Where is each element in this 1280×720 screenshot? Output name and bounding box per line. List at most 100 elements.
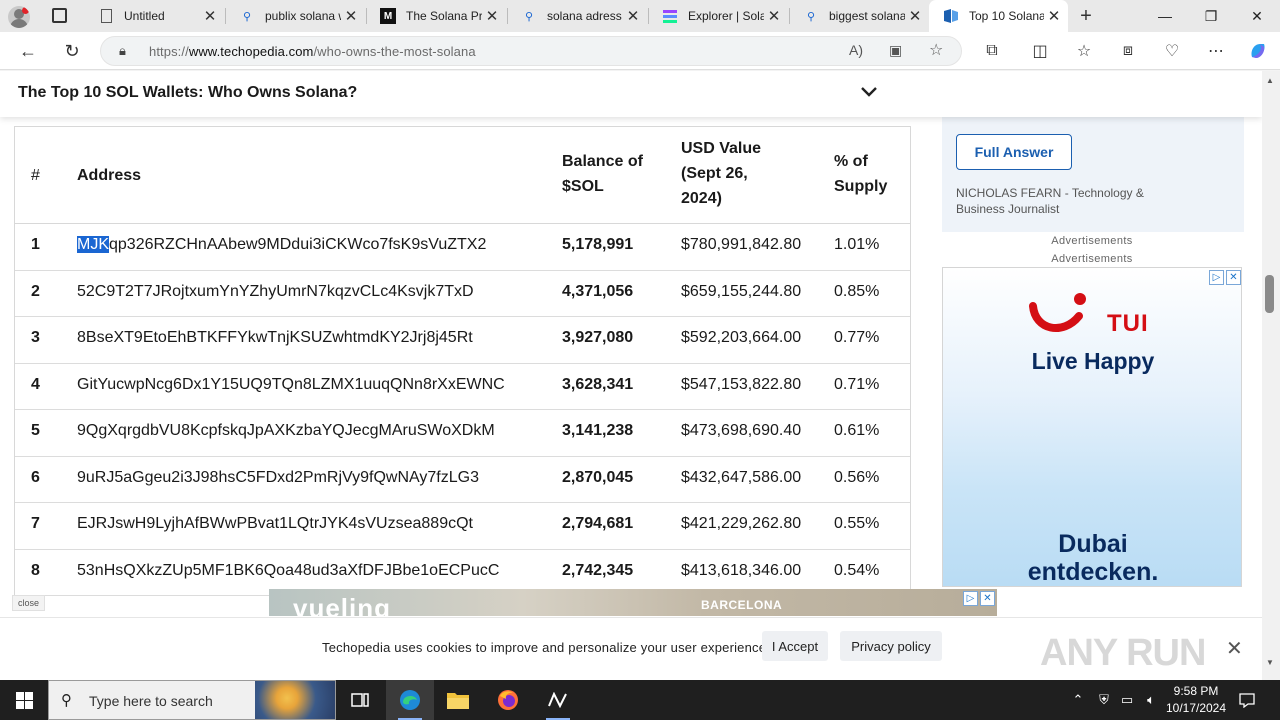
author-byline: NICHOLAS FEARN - Technology & Business J… <box>956 185 1186 217</box>
scroll-down-icon[interactable]: ▼ <box>1266 658 1274 667</box>
table-header: # Address Balance of $SOL USD Value (Sep… <box>15 127 910 224</box>
vueling-banner-ad[interactable]: vueling BARCELONA ▷ ✕ <box>269 589 997 616</box>
notifications-icon[interactable] <box>1236 680 1258 720</box>
volume-icon[interactable]: 🔈︎ <box>1140 680 1162 720</box>
table-row: 4 GitYucwpNcg6Dx1Y15UQ9TQn8LZMX1uuqQNn8r… <box>15 364 910 410</box>
scrollbar-thumb[interactable] <box>1265 275 1274 313</box>
search-icon: ⚲ <box>61 692 72 709</box>
header-supply: % of Supply <box>834 153 888 195</box>
wallet-address[interactable]: GitYucwpNcg6Dx1Y15UQ9TQn8LZMX1uuqQNn8rXx… <box>77 376 505 394</box>
tab-solana-protocol[interactable]: M The Solana Pro ✕ <box>366 0 506 32</box>
profile-avatar[interactable] <box>8 6 30 28</box>
close-ad-button[interactable]: close <box>12 595 46 611</box>
new-tab-icon[interactable]: + <box>1074 4 1098 28</box>
privacy-policy-button[interactable]: Privacy policy <box>840 631 942 661</box>
show-hidden-icons-icon[interactable]: ⌃ <box>1068 680 1088 720</box>
selected-text: MJK <box>77 236 109 253</box>
refresh-icon[interactable]: ↻ <box>58 38 86 64</box>
cookie-consent-bar: Techopedia uses cookies to improve and p… <box>0 617 1262 680</box>
accept-cookies-button[interactable]: I Accept <box>762 631 828 661</box>
tab-solana-explorer[interactable]: Explorer | Sola ✕ <box>648 0 788 32</box>
page-viewport: The Top 10 SOL Wallets: Who Owns Solana?… <box>0 71 1262 680</box>
wallet-address[interactable]: MJKqp326RZCHnAAbew9MDdui3iCKWco7fsK9sVuZ… <box>77 236 486 254</box>
split-screen-icon[interactable]: ◫ <box>1028 40 1052 62</box>
network-icon[interactable]: ▭ <box>1116 680 1138 720</box>
wallet-address[interactable]: 9uRJ5aGgeu2i3J98hsC5FDxd2PmRjVy9fQwNAy7f… <box>77 469 479 487</box>
header-address: Address <box>77 167 142 184</box>
wallet-address[interactable]: 8BseXT9EtoEhBTKFFYkwTnjKSUZwhtmdKY2Jrj8j… <box>77 329 473 347</box>
more-menu-icon[interactable]: ⋯ <box>1204 40 1228 62</box>
file-explorer-icon[interactable] <box>434 680 482 720</box>
windows-start-icon[interactable] <box>0 680 48 720</box>
wallet-address[interactable]: EJRJswH9LyjhAfBWwPBvat1LQtrJYK4sVUzsea88… <box>77 515 473 533</box>
lock-icon[interactable]: 🔒︎ <box>119 43 126 59</box>
tab-actions-icon[interactable] <box>52 8 67 23</box>
edge-taskbar-icon[interactable] <box>386 680 434 720</box>
minimize-icon[interactable]: — <box>1142 0 1188 32</box>
address-bar[interactable]: 🔒︎ https://www.techopedia.com/who-owns-t… <box>100 36 962 66</box>
close-tab-icon[interactable]: ✕ <box>341 7 361 25</box>
ad-tagline: Live Happy <box>1031 348 1155 374</box>
favorites-icon[interactable]: ☆ <box>1072 40 1096 62</box>
browser-essentials-icon[interactable]: ♡ <box>1160 40 1184 62</box>
read-aloud-icon[interactable]: A) <box>849 42 863 58</box>
ad-close-icon[interactable]: ✕ <box>1226 270 1241 285</box>
taskbar-search-box[interactable]: ⚲ Type here to search <box>48 680 336 720</box>
ad-label: Advertisements <box>1051 235 1133 247</box>
security-icon[interactable]: ⛨ <box>1094 680 1114 720</box>
table-row: 6 9uRJ5aGgeu2i3J98hsC5FDxd2PmRjVy9fQwNAy… <box>15 457 910 503</box>
header-usd-value: USD Value (Sept 26, 2024) <box>681 140 762 207</box>
close-window-icon[interactable]: ✕ <box>1234 0 1280 32</box>
wallet-address[interactable]: 52C9T2T7JRojtxumYnYZhyUmrN7kqzvCLc4Ksvjk… <box>77 283 474 301</box>
author-name: NICHOLAS FEARN <box>956 186 1062 200</box>
close-tab-icon[interactable]: ✕ <box>1044 7 1064 25</box>
techopedia-icon <box>943 8 959 24</box>
restore-icon[interactable]: ❐ <box>1188 0 1234 32</box>
address-url[interactable]: https://www.techopedia.com/who-owns-the-… <box>149 44 476 59</box>
scroll-up-icon[interactable]: ▲ <box>1266 76 1274 85</box>
tui-smile-logo-icon <box>1029 293 1086 332</box>
header-rank: # <box>31 167 40 184</box>
collections-icon[interactable]: ⧈ <box>1116 40 1140 62</box>
tab-publix-solana[interactable]: ⚲ publix solana w ✕ <box>225 0 365 32</box>
firefox-icon[interactable] <box>484 680 532 720</box>
table-row: 1 MJKqp326RZCHnAAbew9MDdui3iCKWco7fsK9sV… <box>15 224 910 271</box>
tab-biggest-solana[interactable]: ⚲ biggest solana ✕ <box>789 0 929 32</box>
task-view-icon[interactable] <box>336 680 384 720</box>
close-tab-icon[interactable]: ✕ <box>200 7 220 25</box>
tab-solana-adress[interactable]: ⚲ solana adress ✕ <box>507 0 647 32</box>
wallets-table: # Address Balance of $SOL USD Value (Sep… <box>14 126 911 596</box>
close-tab-icon[interactable]: ✕ <box>623 7 643 25</box>
wallet-address[interactable]: 53nHsQXkzZUp5MF1BK6Qoa48ud3aXfDFJBbe1oEC… <box>77 562 499 580</box>
solana-explorer-icon <box>662 8 678 24</box>
close-icon[interactable]: ✕ <box>1226 636 1243 661</box>
table-row: 3 8BseXT9EtoEhBTKFFYkwTnjKSUZwhtmdKY2Jrj… <box>15 317 910 364</box>
tab-top-10-solana[interactable]: Top 10 Solana ✕ <box>929 0 1068 32</box>
ad-choices-icon[interactable]: ▷ <box>1209 270 1224 285</box>
taskbar-clock[interactable]: 9:58 PM 10/17/2024 <box>1160 683 1232 717</box>
table-row: 7 EJRJswH9LyjhAfBWwPBvat1LQtrJYK4sVUzsea… <box>15 503 910 550</box>
search-placeholder: Type here to search <box>89 693 213 709</box>
full-answer-button[interactable]: Full Answer <box>956 134 1072 170</box>
anyrun-taskbar-icon[interactable] <box>534 680 582 720</box>
page-icon <box>98 8 114 24</box>
immersive-reader-icon[interactable]: ▣ <box>889 42 902 59</box>
favorite-star-icon[interactable]: ☆ <box>929 40 943 60</box>
ad-close-icon[interactable]: ✕ <box>980 591 995 606</box>
close-tab-icon[interactable]: ✕ <box>482 7 502 25</box>
copilot-icon[interactable] <box>1246 40 1270 62</box>
close-tab-icon[interactable]: ✕ <box>764 7 784 25</box>
tui-advertisement[interactable]: ▷ ✕ TUI Live Happy Dubai entdecken. <box>942 267 1242 587</box>
back-arrow-icon[interactable]: ← <box>14 38 42 64</box>
header-balance: Balance of $SOL <box>562 153 643 195</box>
author-card: Full Answer NICHOLAS FEARN - Technology … <box>942 115 1244 232</box>
tab-untitled[interactable]: Untitled ✕ <box>84 0 224 32</box>
wallet-address[interactable]: 9QgXqrgdbVU8KcpfskqJpAXKzbaYQJecgMAruSWo… <box>77 422 495 440</box>
anyrun-watermark: ANY RUN ✕ <box>1040 632 1243 674</box>
extensions-icon[interactable]: ⧉ <box>980 40 1004 62</box>
ad-choices-icon[interactable]: ▷ <box>963 591 978 606</box>
close-tab-icon[interactable]: ✕ <box>905 7 925 25</box>
page-scrollbar[interactable] <box>1262 71 1280 680</box>
search-icon: ⚲ <box>242 10 252 23</box>
chevron-down-icon[interactable] <box>860 81 878 104</box>
